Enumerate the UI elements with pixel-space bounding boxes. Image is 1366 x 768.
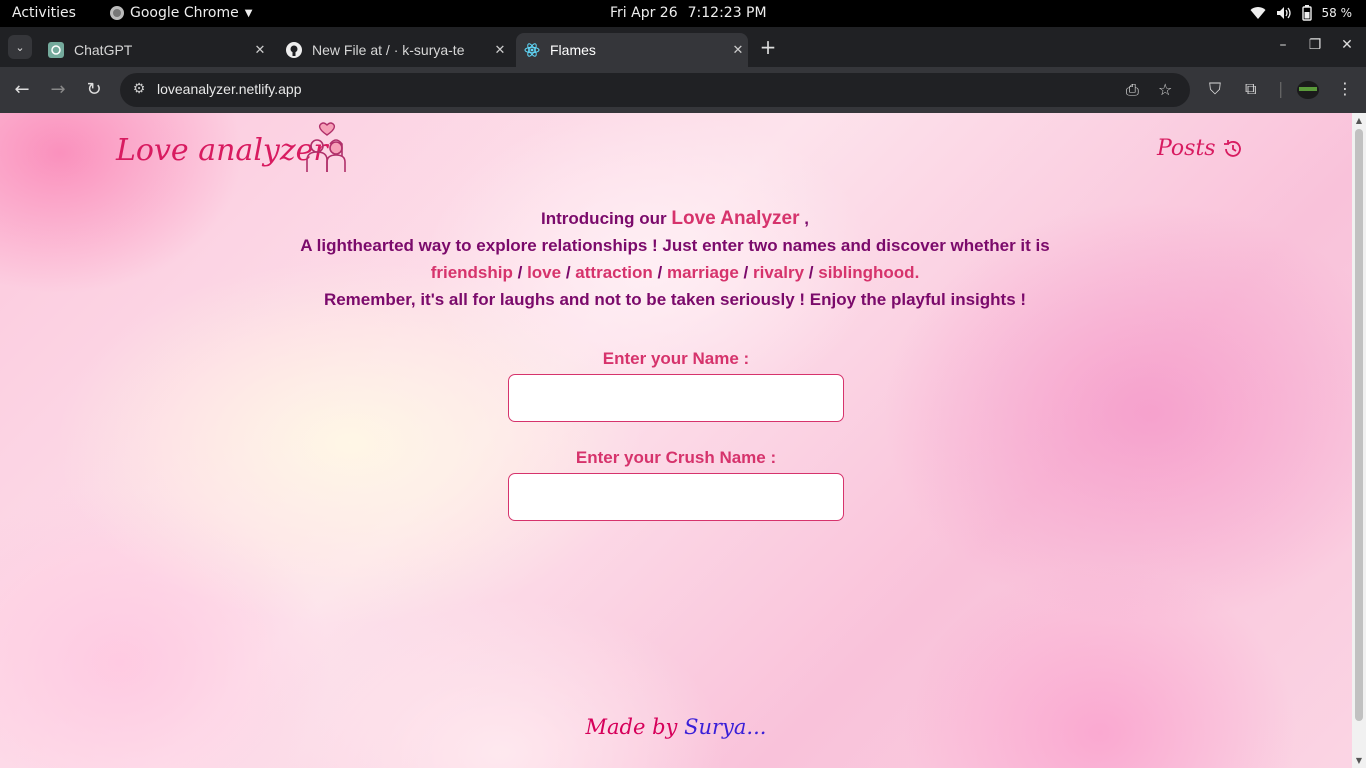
tab-title: New File at / · k-surya-te [312, 42, 465, 58]
tab-chatgpt[interactable]: ChatGPT ✕ [40, 33, 270, 67]
scroll-up-icon[interactable]: ▲ [1354, 116, 1364, 125]
tab-search-button[interactable]: ⌄ [8, 35, 32, 59]
intro-suffix: , [804, 209, 809, 228]
name-label: Enter your Name : [602, 349, 750, 368]
close-icon: ✕ [1341, 37, 1353, 53]
page-viewport: Love analyzer Posts Introducing our Love… [0, 113, 1366, 768]
reload-button[interactable]: ↻ [83, 79, 105, 101]
separator: / [517, 263, 523, 282]
reload-icon: ↻ [86, 79, 102, 100]
restore-icon: ❐ [1308, 37, 1322, 53]
posts-label: Posts [1157, 136, 1216, 161]
close-icon[interactable]: ✕ [250, 42, 270, 58]
relation-friendship: friendship [430, 263, 513, 282]
relation-marriage: marriage [666, 263, 739, 282]
relations-line: friendship / love / attraction / marriag… [250, 259, 1100, 286]
intro-line-1: Introducing our Love Analyzer , [250, 205, 1100, 232]
minimize-icon: – [1279, 37, 1287, 53]
arrow-right-icon: → [50, 79, 66, 100]
relation-love: love [527, 263, 562, 282]
relation-rivalry: rivalry [753, 263, 805, 282]
app-menu-button[interactable]: Google Chrome ▼ [110, 5, 252, 21]
vertical-scrollbar[interactable]: ▲ ▼ [1352, 113, 1366, 768]
couple-icon [306, 122, 346, 172]
browser-toolbar: ← → ↻ ⚙ loveanalyzer.netlify.app ⎙ ☆ ⛉ ⧉… [0, 67, 1366, 113]
crush-name-input[interactable] [508, 473, 844, 521]
tab-strip: ⌄ ChatGPT ✕ New File at / · k-surya-te ✕… [0, 27, 1366, 67]
separator: / [808, 263, 814, 282]
site-logo[interactable]: Love analyzer [116, 133, 328, 168]
close-icon[interactable]: ✕ [728, 42, 748, 58]
scroll-down-icon[interactable]: ▼ [1354, 756, 1364, 765]
footer-credit: Made by Surya... [0, 715, 1352, 739]
activities-button[interactable]: Activities [12, 5, 76, 21]
profile-avatar[interactable] [1297, 81, 1319, 103]
separator: / [743, 263, 749, 282]
battery-percent: 58 % [1321, 6, 1353, 20]
github-icon [286, 42, 302, 58]
close-icon[interactable]: ✕ [490, 42, 510, 58]
crush-name-label: Enter your Crush Name : [575, 448, 777, 467]
plus-icon: + [759, 35, 777, 59]
history-icon [1223, 139, 1241, 157]
posts-link[interactable]: Posts [1157, 136, 1244, 161]
url-text[interactable]: loveanalyzer.netlify.app [157, 81, 302, 97]
footer-author: Surya... [684, 715, 767, 739]
intro-line-4: Remember, it's all for laughs and not to… [323, 290, 1027, 309]
separator: / [657, 263, 663, 282]
tab-title: ChatGPT [74, 42, 133, 58]
menu-icon[interactable]: ⋮ [1337, 79, 1353, 98]
close-window-button[interactable]: ✕ [1337, 37, 1357, 53]
tab-title: Flames [550, 42, 596, 58]
footer-prefix: Made by [585, 715, 678, 739]
clock[interactable]: Fri Apr 26 7:12:23 PM [610, 5, 767, 21]
status-area[interactable]: 58 % [1250, 5, 1353, 21]
minimize-button[interactable]: – [1273, 37, 1293, 53]
clock-time: 7:12:23 PM [687, 5, 767, 21]
name-input[interactable] [508, 374, 844, 422]
back-button[interactable]: ← [11, 79, 33, 101]
shield-icon[interactable]: ⛉ [1209, 79, 1221, 99]
app-name: Google Chrome [130, 5, 239, 21]
battery-icon [1301, 5, 1312, 21]
star-icon[interactable]: ☆ [1158, 80, 1172, 99]
intro-text: Introducing our Love Analyzer , A lighth… [250, 205, 1100, 313]
separator: / [565, 263, 571, 282]
address-bar[interactable]: ⚙ loveanalyzer.netlify.app ⎙ ☆ [120, 73, 1190, 107]
intro-line-2: A lighthearted way to explore relationsh… [300, 236, 1050, 255]
intro-app-name: Love Analyzer [671, 208, 800, 229]
tab-flames[interactable]: Flames ✕ [516, 33, 748, 67]
chrome-icon [110, 6, 124, 20]
clock-date: Fri Apr 26 [610, 5, 678, 21]
install-app-icon[interactable]: ⎙ [1126, 80, 1139, 100]
relation-siblinghood: siblinghood. [818, 263, 920, 282]
arrow-left-icon: ← [14, 79, 30, 100]
relation-attraction: attraction [575, 263, 653, 282]
extensions-icon[interactable]: ⧉ [1245, 79, 1256, 99]
intro-prefix: Introducing our [541, 209, 667, 228]
chevron-down-icon: ⌄ [15, 40, 25, 54]
divider: | [1278, 79, 1284, 98]
new-tab-button[interactable]: + [758, 35, 778, 59]
forward-button[interactable]: → [47, 79, 69, 101]
caret-down-icon: ▼ [244, 7, 253, 19]
site-info-icon[interactable]: ⚙ [130, 81, 148, 99]
wifi-icon [1250, 7, 1265, 20]
chatgpt-icon [48, 42, 64, 58]
volume-icon [1276, 7, 1291, 19]
scroll-thumb[interactable] [1355, 129, 1363, 721]
react-icon [524, 42, 540, 58]
restore-button[interactable]: ❐ [1305, 37, 1325, 53]
tab-github[interactable]: New File at / · k-surya-te ✕ [278, 33, 510, 67]
system-top-bar: Activities Google Chrome ▼ Fri Apr 26 7:1… [0, 0, 1366, 27]
